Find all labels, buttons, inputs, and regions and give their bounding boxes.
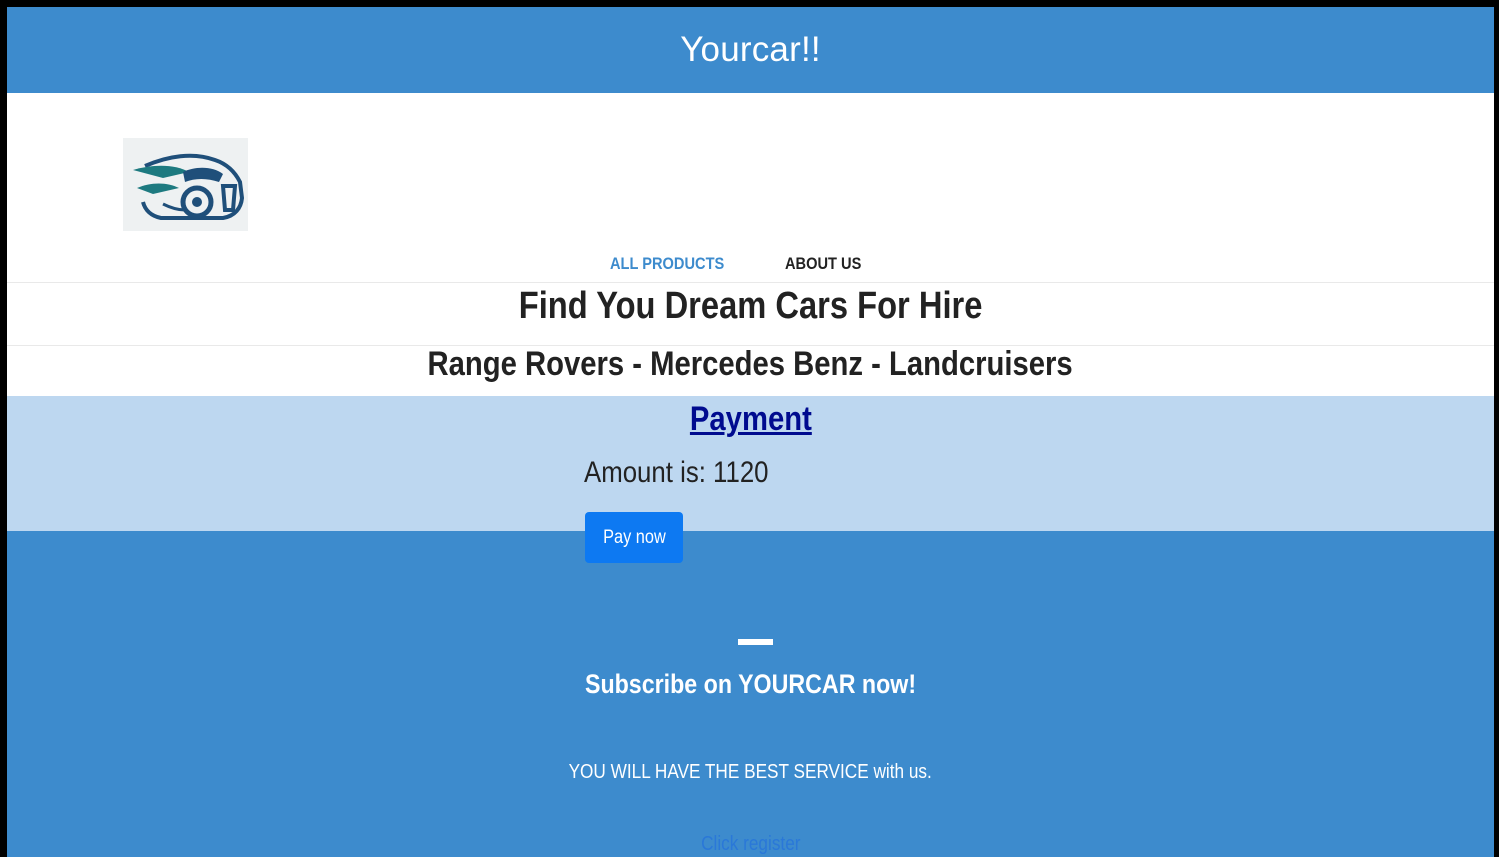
payment-heading: Payment	[7, 400, 1494, 439]
pay-now-button[interactable]: Pay now	[585, 512, 683, 563]
site-header: Yourcar!!	[7, 7, 1494, 93]
footer-link-wrap: Click register	[7, 833, 1494, 856]
payment-amount: Amount is: 1120	[584, 456, 769, 489]
hero-title: Find You Dream Cars For Hire	[7, 285, 1494, 328]
footer-divider	[738, 639, 773, 645]
hero-subtitle-text: Range Rovers - Mercedes Benz - Landcruis…	[427, 345, 1074, 383]
register-link-label: Click register	[700, 833, 801, 855]
payment-section: Payment Amount is: 1120	[7, 396, 1494, 531]
footer: Subscribe on YOURCAR now! YOU WILL HAVE …	[7, 531, 1494, 857]
nav-item-all-products[interactable]: ALL PRODUCTS	[610, 254, 724, 274]
footer-title-text: Subscribe on YOURCAR now!	[584, 669, 917, 699]
payment-link[interactable]: Payment	[690, 400, 812, 439]
register-link[interactable]: Click register	[693, 833, 809, 855]
site-title: Yourcar!!	[680, 30, 821, 69]
page: Yourcar!! ALL PRODUCTS ABOUT US Find You…	[7, 7, 1494, 857]
hero-title-text: Find You Dream Cars For Hire	[518, 285, 983, 327]
footer-text: YOU WILL HAVE THE BEST SERVICE with us.	[7, 761, 1494, 784]
sports-car-logo-icon[interactable]	[123, 138, 248, 231]
hero-subtitle: Range Rovers - Mercedes Benz - Landcruis…	[7, 345, 1494, 384]
logo-area	[7, 93, 1494, 243]
main-nav: ALL PRODUCTS ABOUT US	[7, 254, 1494, 283]
footer-text-content: YOU WILL HAVE THE BEST SERVICE with us.	[568, 761, 933, 783]
nav-item-about-us[interactable]: ABOUT US	[785, 254, 861, 274]
footer-title: Subscribe on YOURCAR now!	[7, 669, 1494, 700]
pay-now-label: Pay now	[602, 526, 666, 548]
